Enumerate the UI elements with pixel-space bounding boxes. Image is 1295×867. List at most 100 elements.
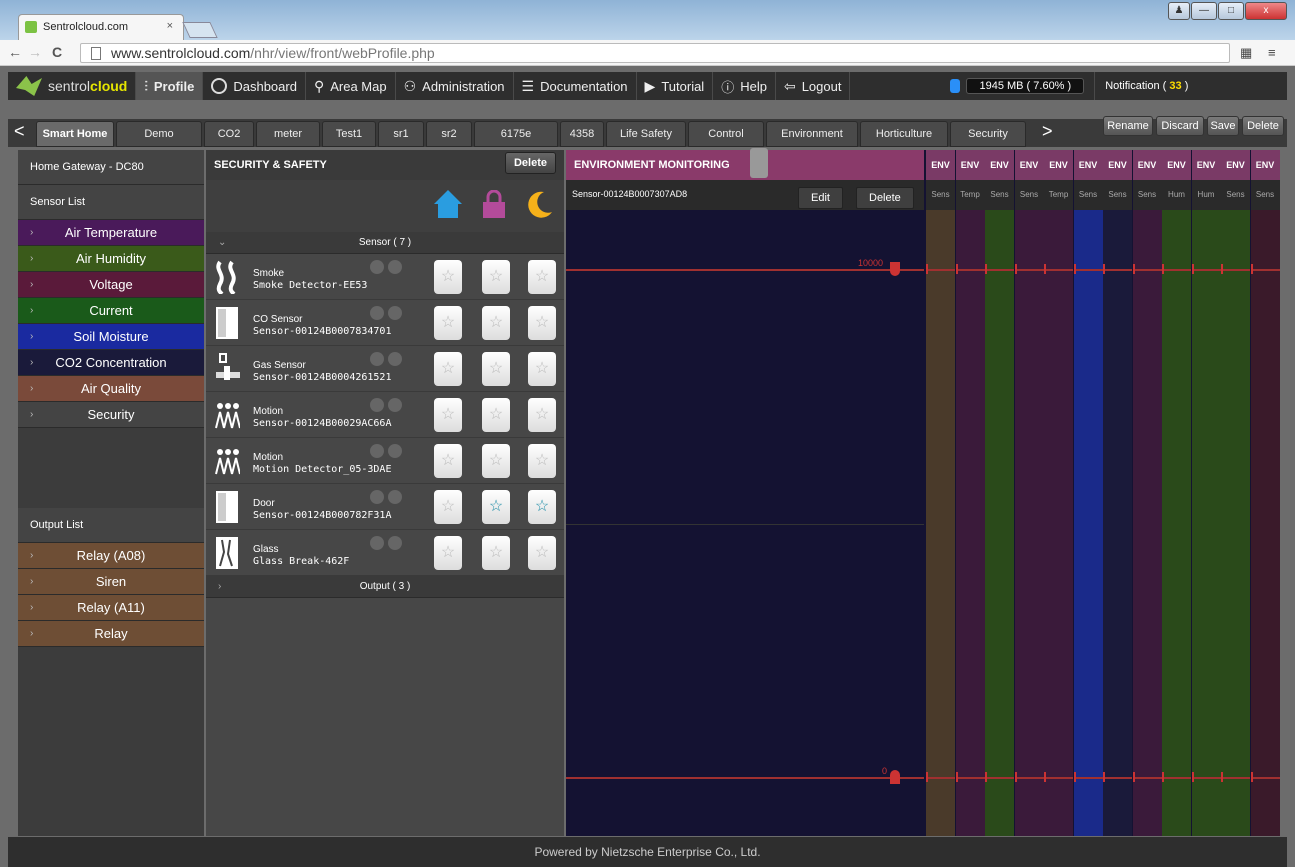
sensor-list-item[interactable]: Air Temperature	[18, 220, 204, 246]
env-column[interactable]: ENV Sens	[1132, 150, 1162, 836]
star-icon[interactable]: ☆	[528, 490, 556, 524]
edit-icon[interactable]	[370, 260, 384, 274]
star-icon[interactable]: ☆	[434, 536, 462, 570]
env-column[interactable]: ENV Sens	[1014, 150, 1044, 836]
profile-tab[interactable]: Test1	[322, 121, 376, 147]
star-icon[interactable]: ☆	[528, 398, 556, 432]
star-icon[interactable]: ☆	[528, 444, 556, 478]
star-icon[interactable]: ☆	[482, 490, 510, 524]
env-column[interactable]: ENV Sens	[1221, 150, 1250, 836]
minimize-icon[interactable]: —	[1191, 2, 1217, 20]
reload-icon[interactable]: C	[52, 44, 62, 60]
star-icon[interactable]: ☆	[482, 444, 510, 478]
nav-help[interactable]: ⓘ Help	[713, 72, 776, 100]
edit-icon[interactable]	[370, 536, 384, 550]
close-icon[interactable]: ×	[167, 20, 173, 32]
sensor-list-item[interactable]: Voltage	[18, 272, 204, 298]
edit-icon[interactable]	[370, 444, 384, 458]
star-icon[interactable]: ☆	[434, 398, 462, 432]
star-icon[interactable]: ☆	[482, 398, 510, 432]
new-tab-button[interactable]	[182, 22, 218, 38]
trash-icon[interactable]	[388, 536, 402, 550]
profile-tab[interactable]: Horticulture	[860, 121, 948, 147]
star-icon[interactable]: ☆	[528, 536, 556, 570]
profile-tab[interactable]: sr2	[426, 121, 472, 147]
profile-tab[interactable]: meter	[256, 121, 320, 147]
security-delete-button[interactable]: Delete	[504, 152, 556, 174]
env-column[interactable]: ENV Sens	[926, 150, 955, 836]
trash-icon[interactable]	[388, 444, 402, 458]
profile-tab[interactable]: sr1	[378, 121, 424, 147]
trash-icon[interactable]	[388, 352, 402, 366]
profile-tab[interactable]: Smart Home	[36, 121, 114, 147]
discard-button[interactable]: Discard	[1156, 116, 1204, 136]
lock-mode-icon[interactable]	[480, 190, 508, 218]
star-icon[interactable]: ☆	[482, 536, 510, 570]
sensor-list-item[interactable]: CO2 Concentration	[18, 350, 204, 376]
output-list-item[interactable]: Siren	[18, 569, 204, 595]
env-column[interactable]: ENV Hum	[1191, 150, 1221, 836]
user-icon[interactable]: ♟	[1168, 2, 1190, 20]
sensor-group-header[interactable]: ⌄ Sensor ( 7 )	[206, 232, 564, 254]
lower-threshold-handle[interactable]	[890, 770, 900, 784]
env-column[interactable]: ENV Sens	[1250, 150, 1280, 836]
trash-icon[interactable]	[388, 260, 402, 274]
night-mode-icon[interactable]	[526, 190, 554, 218]
nav-area-map[interactable]: ⚲ Area Map	[306, 72, 396, 100]
sensor-list-item[interactable]: Air Humidity	[18, 246, 204, 272]
sensor-list-item[interactable]: Current	[18, 298, 204, 324]
profile-tab[interactable]: 6175e	[474, 121, 558, 147]
env-column[interactable]: ENV Sens	[985, 150, 1014, 836]
env-delete-button[interactable]: Delete	[856, 187, 914, 209]
trash-icon[interactable]	[388, 306, 402, 320]
url-input[interactable]: www.sentrolcloud.com/nhr/view/front/webP…	[80, 43, 1230, 63]
profile-tab[interactable]: CO2	[204, 121, 254, 147]
star-icon[interactable]: ☆	[434, 490, 462, 524]
maximize-icon[interactable]: □	[1218, 2, 1244, 20]
star-icon[interactable]: ☆	[528, 260, 556, 294]
tabs-prev-button[interactable]: <	[14, 121, 25, 142]
output-list-item[interactable]: Relay	[18, 621, 204, 647]
edit-icon[interactable]	[370, 352, 384, 366]
output-group-header[interactable]: › Output ( 3 )	[206, 576, 564, 598]
star-icon[interactable]: ☆	[434, 306, 462, 340]
star-icon[interactable]: ☆	[482, 352, 510, 386]
notification-button[interactable]: Notification ( 33 )	[1095, 72, 1198, 100]
sensor-list-item[interactable]: Air Quality	[18, 376, 204, 402]
profile-tab[interactable]: Life Safety	[606, 121, 686, 147]
star-icon[interactable]: ☆	[434, 260, 462, 294]
env-column[interactable]: ENV Sens	[1073, 150, 1103, 836]
nav-logout[interactable]: ⇦ Logout	[776, 72, 851, 100]
output-list-item[interactable]: Relay (A08)	[18, 543, 204, 569]
edit-icon[interactable]	[370, 306, 384, 320]
profile-tab[interactable]: Demo	[116, 121, 202, 147]
profile-tab[interactable]: Environment	[766, 121, 858, 147]
output-list-item[interactable]: Relay (A11)	[18, 595, 204, 621]
star-icon[interactable]: ☆	[434, 444, 462, 478]
nav-administration[interactable]: ⚇ Administration	[396, 72, 514, 100]
menu-icon[interactable]: ≡	[1268, 45, 1276, 60]
home-mode-icon[interactable]	[434, 190, 462, 218]
trash-icon[interactable]	[388, 398, 402, 412]
save-button[interactable]: Save	[1207, 116, 1239, 136]
profile-tab[interactable]: Security	[950, 121, 1026, 147]
tabs-next-button[interactable]: >	[1042, 121, 1053, 142]
star-icon[interactable]: ☆	[528, 306, 556, 340]
brand-logo[interactable]: sentrolcloud	[8, 72, 137, 100]
close-window-icon[interactable]: x	[1245, 2, 1287, 20]
forward-icon[interactable]: →	[28, 44, 42, 60]
upper-threshold-handle[interactable]	[890, 262, 900, 276]
nav-dashboard[interactable]: Dashboard	[203, 72, 306, 100]
nav-tutorial[interactable]: ▶ Tutorial	[637, 72, 714, 100]
profile-tab[interactable]: Control	[688, 121, 764, 147]
edit-icon[interactable]	[370, 490, 384, 504]
sensor-list-item[interactable]: Security	[18, 402, 204, 428]
env-column[interactable]: ENV Hum	[1162, 150, 1191, 836]
star-icon[interactable]: ☆	[482, 260, 510, 294]
nav-documentation[interactable]: ☰ Documentation	[514, 72, 637, 100]
star-icon[interactable]: ☆	[482, 306, 510, 340]
nav-profile[interactable]: ⫶ Profile	[136, 72, 204, 100]
sensor-list-item[interactable]: Soil Moisture	[18, 324, 204, 350]
env-column[interactable]: ENV Sens	[1103, 150, 1132, 836]
star-icon[interactable]: ☆	[528, 352, 556, 386]
